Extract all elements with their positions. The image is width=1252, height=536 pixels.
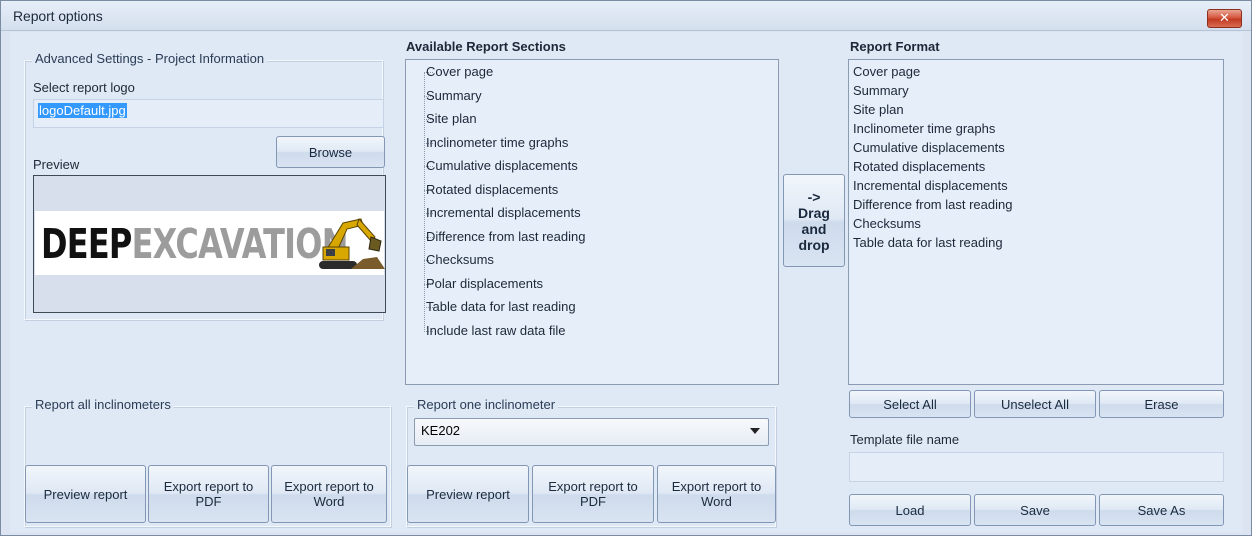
drag-and-drop-button[interactable]: -> Drag and drop [783,174,845,267]
list-item[interactable]: Cumulative displacements [853,140,1005,155]
list-item[interactable]: Incremental displacements [853,178,1008,193]
inclinometer-select-value: KE202 [421,423,461,438]
export-one-pdf-button[interactable]: Export report to PDF [532,465,654,523]
project-info-legend: Advanced Settings - Project Information [32,51,268,66]
tree-item-site-plan[interactable]: Site plan [426,111,477,126]
save-as-button[interactable]: Save As [1099,494,1224,526]
tree-item-inclinometer-time-graphs[interactable]: Inclinometer time graphs [426,135,568,150]
export-one-word-button[interactable]: Export report to Word [657,465,776,523]
tree-item-difference-from-last-reading[interactable]: Difference from last reading [426,229,585,244]
close-icon: ✕ [1219,10,1230,25]
report-one-legend: Report one inclinometer [414,397,559,412]
title-bar[interactable]: Report options ✕ [1,1,1251,31]
tree-item-incremental-displacements[interactable]: Incremental displacements [426,205,581,220]
logo-image: DEEPEXCAVATION [35,211,385,275]
tree-item-include-raw-data[interactable]: Include last raw data file [426,323,565,338]
report-options-window: Report options ✕ Advanced Settings - Pro… [0,0,1252,536]
report-all-legend: Report all inclinometers [32,397,174,412]
list-item[interactable]: Table data for last reading [853,235,1003,250]
available-sections-title: Available Report Sections [406,39,566,54]
export-all-word-button[interactable]: Export report to Word [271,465,387,523]
logo-wordmark: DEEPEXCAVATION [41,220,348,268]
select-all-button[interactable]: Select All [849,390,971,418]
list-item[interactable]: Checksums [853,216,921,231]
list-item[interactable]: Site plan [853,102,904,117]
template-file-label: Template file name [850,432,960,447]
report-format-title: Report Format [850,39,940,54]
save-button[interactable]: Save [974,494,1096,526]
list-item[interactable]: Difference from last reading [853,197,1012,212]
logo-field[interactable]: logoDefault.jpg [33,99,384,128]
erase-button[interactable]: Erase [1099,390,1224,418]
list-item[interactable]: Rotated displacements [853,159,985,174]
available-sections-tree[interactable]: Cover page Summary Site plan Inclinomete… [405,59,779,385]
browse-button[interactable]: Browse [276,136,385,168]
arrow-right-icon: -> [807,188,821,205]
preview-all-button[interactable]: Preview report [25,465,146,523]
unselect-all-button[interactable]: Unselect All [974,390,1096,418]
excavator-icon [319,218,385,269]
tree-connector [424,72,425,332]
export-all-pdf-button[interactable]: Export report to PDF [148,465,269,523]
preview-label: Preview [33,157,80,172]
preview-one-button[interactable]: Preview report [407,465,529,523]
close-button[interactable]: ✕ [1207,9,1242,28]
tree-item-polar-displacements[interactable]: Polar displacements [426,276,543,291]
dialog-content: Advanced Settings - Project Information … [10,32,1243,532]
list-item[interactable]: Summary [853,83,909,98]
logo-label: Select report logo [33,80,135,95]
load-button[interactable]: Load [849,494,971,526]
template-file-field[interactable] [849,452,1224,482]
tree-item-checksums[interactable]: Checksums [426,252,494,267]
tree-item-table-data[interactable]: Table data for last reading [426,299,576,314]
list-item[interactable]: Cover page [853,64,920,79]
report-format-list[interactable]: Cover page Summary Site plan Inclinomete… [848,59,1224,385]
tree-item-cover-page[interactable]: Cover page [426,64,493,79]
window-title: Report options [13,8,103,24]
logo-preview: DEEPEXCAVATION [33,175,386,313]
tree-item-rotated-displacements[interactable]: Rotated displacements [426,182,558,197]
tree-item-cumulative-displacements[interactable]: Cumulative displacements [426,158,578,173]
inclinometer-select[interactable]: KE202 [414,418,769,446]
tree-item-summary[interactable]: Summary [426,88,482,103]
logo-field-value: logoDefault.jpg [38,103,127,118]
list-item[interactable]: Inclinometer time graphs [853,121,995,136]
chevron-down-icon [750,428,760,434]
